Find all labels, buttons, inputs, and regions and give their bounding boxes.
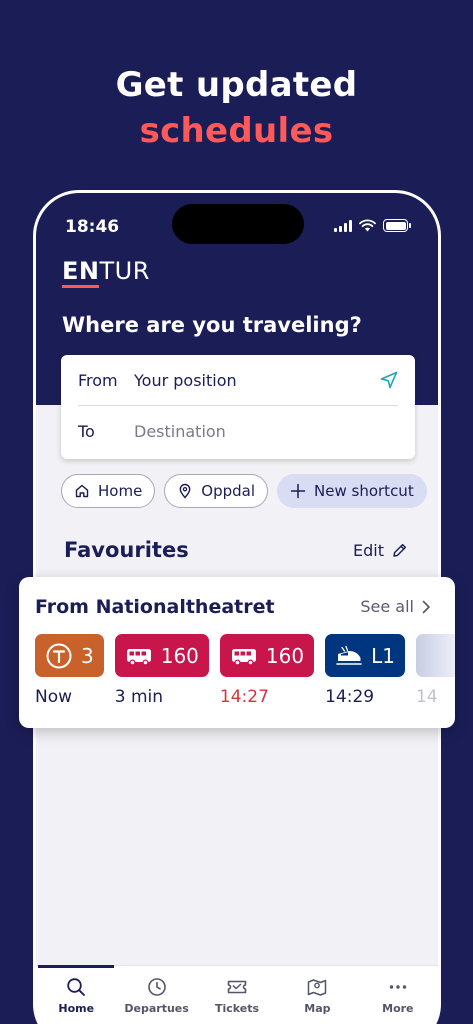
nav-more[interactable]: More	[358, 966, 438, 1024]
nav-more-label: More	[382, 1002, 414, 1015]
promo-line-1: Get updated	[115, 65, 358, 105]
shortcut-oppdal[interactable]: Oppdal	[164, 474, 269, 508]
to-placeholder: Destination	[134, 421, 226, 441]
nav-map-label: Map	[304, 1002, 331, 1015]
nav-home[interactable]: Home	[36, 965, 116, 1024]
status-bar: 18:46	[36, 193, 438, 253]
logo-en: EN	[62, 257, 100, 288]
departure-item-partial[interactable]: 14	[415, 634, 455, 707]
to-field[interactable]: To Destination	[61, 406, 415, 456]
stop-card-title: From Nationaltheatret	[35, 596, 275, 618]
clock-icon	[147, 978, 166, 996]
plus-icon	[290, 483, 306, 499]
shortcut-home[interactable]: Home	[61, 474, 156, 508]
location-pin-icon	[179, 483, 191, 499]
pencil-icon	[393, 543, 407, 557]
entur-logo: ENTUR	[62, 257, 150, 288]
line-number: 3	[81, 643, 94, 668]
nav-departures-label: Departues	[124, 1002, 189, 1015]
trip-search-card: From Your position To Destination	[61, 355, 415, 459]
departure-item[interactable]: 160 3 min	[114, 634, 209, 707]
line-number: 160	[160, 643, 199, 668]
nav-map[interactable]: Map	[277, 966, 357, 1024]
bus-icon	[231, 648, 256, 666]
departure-time-delayed: 14:27	[219, 687, 269, 707]
battery-icon	[383, 219, 411, 232]
home-icon	[75, 484, 89, 498]
promo-line-2: schedules	[139, 111, 334, 151]
new-shortcut-label: New shortcut	[314, 482, 414, 500]
bottom-navigation: Home Departues Tickets Map More	[36, 965, 438, 1024]
edit-label: Edit	[353, 541, 384, 560]
ticket-icon	[227, 980, 247, 994]
tram-icon	[46, 643, 72, 668]
location-arrow-icon[interactable]	[379, 370, 399, 390]
stop-departures-card[interactable]: From Nationaltheatret See all 3 Now 160 …	[19, 577, 455, 728]
to-label: To	[78, 421, 95, 441]
shortcut-oppdal-label: Oppdal	[201, 482, 256, 500]
wifi-icon	[359, 219, 376, 232]
nav-home-label: Home	[58, 1002, 95, 1015]
from-label: From	[78, 370, 118, 390]
line-badge-bus: 160	[219, 634, 315, 677]
departure-item[interactable]: L1 14:29	[325, 634, 405, 707]
nav-tickets[interactable]: Tickets	[197, 966, 277, 1024]
departure-time: Now	[35, 687, 73, 707]
line-badge-tram: 3	[35, 634, 104, 677]
see-all-label: See all	[360, 597, 414, 616]
nav-departures[interactable]: Departues	[116, 966, 196, 1024]
departure-time: 14:29	[325, 687, 375, 707]
search-icon	[67, 978, 86, 996]
see-all-link[interactable]: See all	[360, 597, 431, 616]
signal-icon	[334, 219, 352, 232]
new-shortcut-button[interactable]: New shortcut	[277, 474, 427, 508]
dynamic-island	[172, 204, 304, 244]
departure-time: 3 min	[114, 687, 164, 707]
travel-question: Where are you traveling?	[62, 313, 362, 337]
line-number: L1	[371, 643, 395, 668]
departure-list: 3 Now 160 3 min 160 14:27 L1 14:29 14	[35, 634, 455, 707]
favourites-title: Favourites	[64, 538, 189, 562]
status-icons	[334, 219, 411, 232]
logo-tur: TUR	[99, 257, 150, 285]
status-time: 18:46	[65, 217, 120, 237]
map-icon	[308, 979, 327, 996]
promo-headline: Get updated schedules	[0, 62, 473, 154]
departure-time-faded: 14	[415, 687, 438, 707]
train-icon	[336, 645, 362, 665]
line-badge-faded	[415, 634, 455, 677]
departure-item[interactable]: 3 Now	[35, 634, 104, 707]
shortcut-chips: Home Oppdal New shortcut	[61, 474, 427, 508]
from-field[interactable]: From Your position	[61, 355, 415, 405]
line-number: 160	[265, 643, 305, 668]
chevron-right-icon	[422, 600, 430, 613]
shortcut-home-label: Home	[98, 482, 143, 500]
line-badge-bus: 160	[114, 634, 209, 677]
nav-tickets-label: Tickets	[214, 1002, 260, 1015]
line-badge-train: L1	[325, 634, 405, 677]
departure-item[interactable]: 160 14:27	[219, 634, 315, 707]
bus-icon	[126, 648, 151, 666]
from-value: Your position	[134, 370, 237, 390]
edit-favourites-button[interactable]: Edit	[353, 541, 408, 560]
more-dots-icon	[389, 985, 407, 989]
